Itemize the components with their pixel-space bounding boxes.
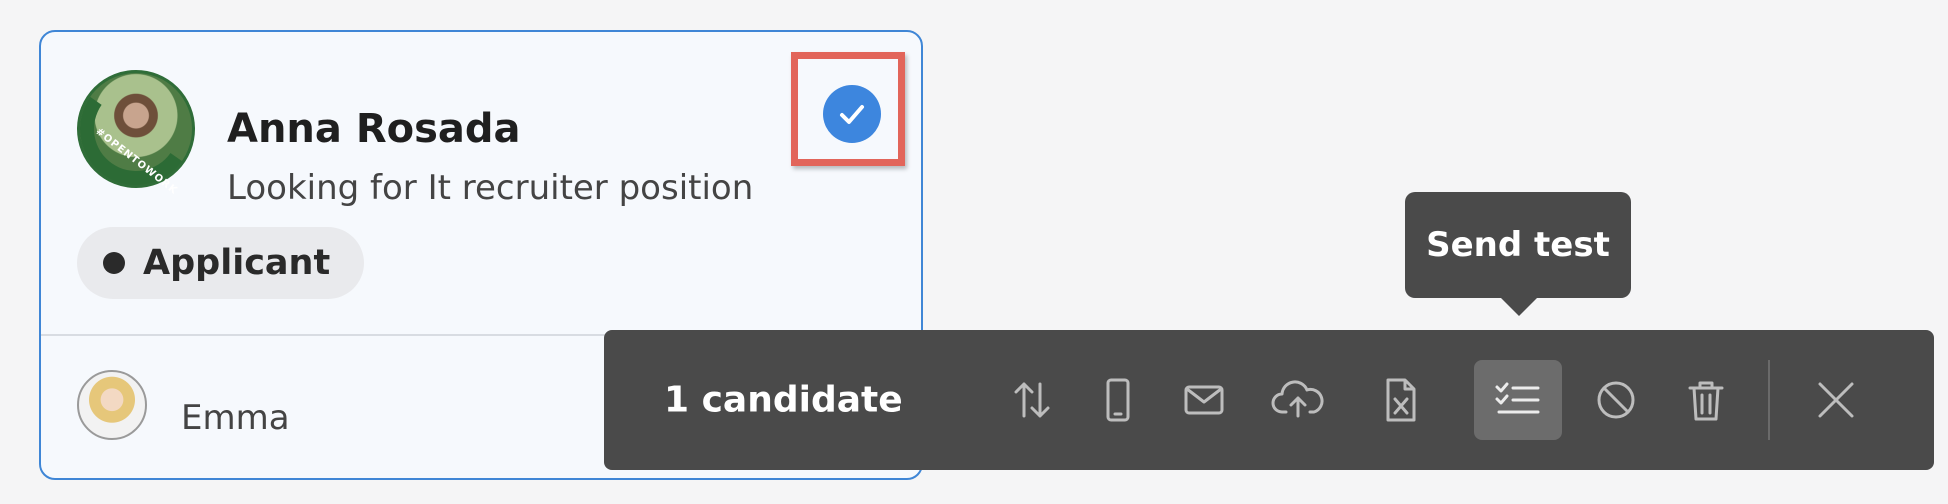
selection-count: 1 candidate xyxy=(664,379,903,421)
checkmark-icon xyxy=(840,105,864,124)
recruiter-name: Emma xyxy=(181,398,290,438)
envelope-icon xyxy=(1184,385,1224,415)
tooltip-arrow xyxy=(1500,297,1538,316)
tooltip-text: Send test xyxy=(1426,225,1610,265)
cloud-upload-icon xyxy=(1271,380,1324,418)
stage-label: Applicant xyxy=(143,243,331,283)
select-checkbox-highlight[interactable] xyxy=(791,52,905,166)
excel-file-icon xyxy=(1386,378,1416,422)
trash-icon xyxy=(1688,381,1724,421)
candidate-headline: Looking for It recruiter position xyxy=(227,168,754,208)
candidate-name[interactable]: Anna Rosada xyxy=(227,106,521,152)
send-test-button[interactable] xyxy=(1474,360,1562,440)
toolbar-separator xyxy=(1768,360,1770,440)
email-button[interactable] xyxy=(1160,360,1248,440)
close-toolbar-button[interactable] xyxy=(1792,360,1880,440)
open-to-work-ring xyxy=(71,64,201,194)
bulk-action-toolbar: 1 candidate xyxy=(604,330,1934,470)
move-button[interactable] xyxy=(988,360,1076,440)
close-icon xyxy=(1818,382,1854,418)
export-excel-button[interactable] xyxy=(1356,360,1444,440)
mobile-icon xyxy=(1106,378,1130,422)
tooltip: Send test xyxy=(1405,192,1631,316)
checklist-icon xyxy=(1495,382,1540,414)
stage-badge[interactable]: Applicant xyxy=(77,227,365,299)
block-icon xyxy=(1597,381,1635,419)
delete-button[interactable] xyxy=(1662,360,1750,440)
sort-arrows-icon xyxy=(1014,382,1050,418)
stage-dot-icon xyxy=(103,252,125,274)
candidate-avatar: #OPENTOWORK xyxy=(71,64,201,197)
recruiter-avatar xyxy=(77,370,147,440)
selected-checkbox[interactable] xyxy=(823,85,881,143)
sms-button[interactable] xyxy=(1074,360,1162,440)
disqualify-button[interactable] xyxy=(1572,360,1660,440)
upload-button[interactable] xyxy=(1254,360,1342,440)
